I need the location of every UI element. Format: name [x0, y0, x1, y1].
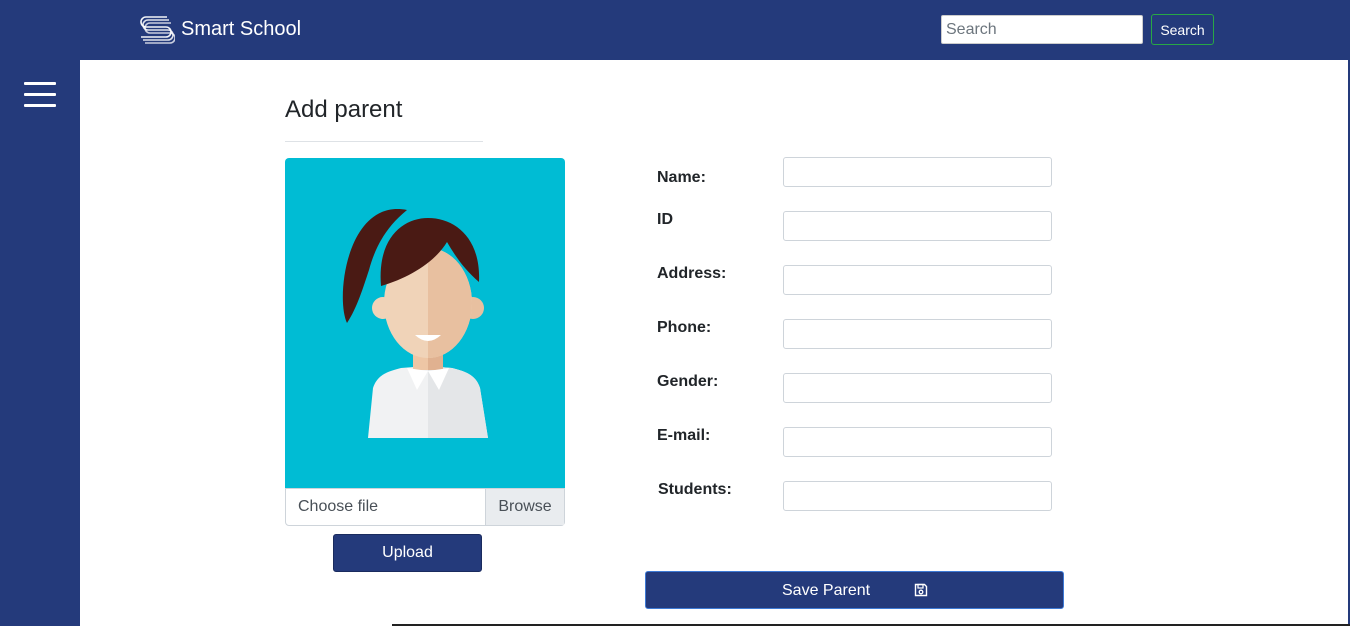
file-chooser[interactable]: Choose file Browse: [285, 488, 565, 526]
browse-button[interactable]: Browse: [485, 489, 564, 525]
sidebar: [0, 60, 80, 626]
gender-label: Gender:: [657, 373, 719, 390]
floppy-disk-icon: [914, 583, 928, 597]
menu-bar: [24, 93, 56, 96]
students-input[interactable]: [783, 481, 1052, 511]
page-title: Add parent: [285, 96, 403, 123]
stacked-s-logo-icon: [140, 16, 175, 44]
id-label: ID: [657, 211, 673, 228]
brand[interactable]: Smart School: [137, 13, 301, 45]
top-navbar: Smart School Search: [0, 0, 1350, 60]
phone-input[interactable]: [783, 319, 1052, 349]
save-parent-button[interactable]: Save Parent: [645, 571, 1064, 609]
gender-input[interactable]: [783, 373, 1052, 403]
address-label: Address:: [657, 265, 727, 282]
brand-name: Smart School: [181, 17, 302, 40]
address-input[interactable]: [783, 265, 1052, 295]
female-avatar-illustration: [342, 209, 488, 438]
search-button[interactable]: Search: [1151, 14, 1214, 45]
id-input[interactable]: [783, 211, 1052, 241]
menu-bar: [24, 82, 56, 85]
phone-label: Phone:: [657, 319, 712, 336]
name-input[interactable]: [783, 157, 1052, 187]
title-divider: [285, 141, 483, 142]
profile-photo: [285, 158, 565, 488]
menu-bar: [24, 104, 56, 107]
file-chooser-label: Choose file: [298, 498, 379, 515]
upload-button[interactable]: Upload: [333, 534, 482, 572]
save-parent-label: Save Parent: [782, 582, 871, 599]
hamburger-menu-icon[interactable]: [24, 82, 56, 108]
email-label: E-mail:: [657, 427, 711, 444]
name-label: Name:: [657, 169, 706, 186]
search-input[interactable]: [941, 15, 1143, 44]
students-label: Students:: [658, 481, 732, 498]
email-input[interactable]: [783, 427, 1052, 457]
